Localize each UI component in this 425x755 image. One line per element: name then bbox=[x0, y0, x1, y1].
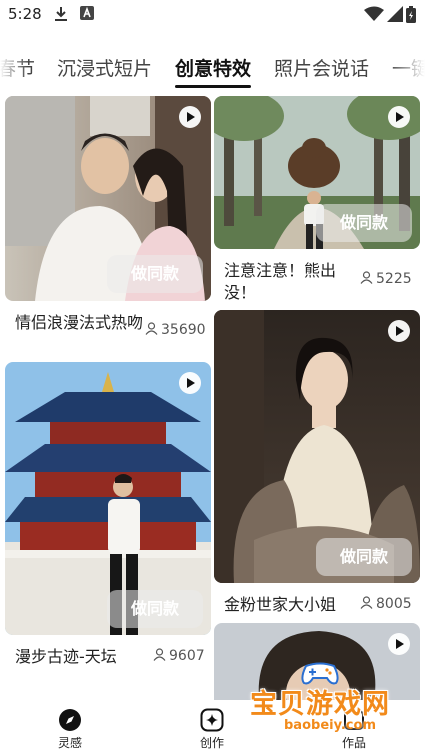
nav-label: 作品 bbox=[341, 736, 366, 750]
sparkle-create-icon bbox=[200, 708, 224, 732]
signal-icon bbox=[387, 6, 403, 22]
tab-creative-effects[interactable]: 创意特效 bbox=[175, 54, 251, 81]
card-count-value: 8005 bbox=[376, 596, 412, 612]
category-tabs: 春节 沉浸式短片 创意特效 照片会说话 一键 bbox=[0, 48, 425, 88]
play-icon bbox=[388, 633, 410, 655]
play-icon bbox=[388, 320, 410, 342]
tabs-fade-left bbox=[0, 48, 28, 88]
tabs-fade-right bbox=[389, 48, 425, 88]
make-same-button[interactable]: 做同款 bbox=[107, 590, 203, 628]
watermark-url: baobeiy.com bbox=[284, 718, 376, 733]
card-thumbnail: 做同款 bbox=[5, 96, 211, 301]
card-title: 金粉世家大小姐 bbox=[224, 595, 337, 614]
card-thumbnail: 做同款 bbox=[5, 362, 211, 635]
tab-immersive-shorts[interactable]: 沉浸式短片 bbox=[57, 54, 152, 81]
play-icon bbox=[179, 106, 201, 128]
nav-inspiration[interactable]: 灵感 bbox=[40, 708, 100, 751]
card-count-value: 9607 bbox=[169, 648, 205, 664]
watermark-text: 宝贝游戏网 bbox=[250, 689, 390, 720]
person-icon bbox=[360, 271, 373, 284]
active-tab-indicator bbox=[175, 85, 251, 88]
card-count-value: 35690 bbox=[161, 322, 206, 338]
nav-label: 创作 bbox=[199, 736, 224, 750]
video-card-couple-kiss[interactable]: 做同款 情侣浪漫法式热吻 35690 bbox=[5, 96, 211, 358]
download-icon bbox=[55, 7, 67, 21]
card-thumbnail: 做同款 bbox=[214, 310, 420, 583]
make-same-button[interactable]: 做同款 bbox=[107, 255, 203, 293]
make-same-button[interactable]: 做同款 bbox=[316, 204, 412, 242]
battery-icon bbox=[406, 6, 416, 23]
status-bar: 5:28 bbox=[0, 0, 425, 30]
person-icon bbox=[360, 596, 373, 609]
card-thumbnail: 做同款 bbox=[214, 96, 420, 249]
play-icon bbox=[388, 106, 410, 128]
compass-icon bbox=[59, 709, 81, 731]
video-card-temple-of-heaven[interactable]: 做同款 漫步古迹-天坛 9607 bbox=[5, 362, 211, 672]
card-title: 情侣浪漫法式热吻 bbox=[15, 313, 144, 332]
card-usage-count: 8005 bbox=[360, 596, 412, 612]
site-watermark: 宝贝游戏网 baobeiy.com bbox=[242, 662, 398, 736]
nav-create[interactable]: 创作 bbox=[182, 708, 242, 751]
person-icon bbox=[153, 648, 166, 661]
card-title: 漫步古迹-天坛 bbox=[15, 647, 117, 666]
status-time: 5:28 bbox=[8, 5, 42, 23]
tab-talking-photo[interactable]: 照片会说话 bbox=[274, 54, 369, 81]
nav-label: 灵感 bbox=[57, 736, 82, 750]
card-usage-count: 9607 bbox=[153, 648, 205, 664]
video-card-socialite[interactable]: 做同款 金粉世家大小姐 8005 bbox=[214, 310, 420, 620]
card-usage-count: 5225 bbox=[360, 271, 412, 287]
wifi-icon bbox=[364, 6, 384, 21]
play-icon bbox=[179, 372, 201, 394]
card-usage-count: 35690 bbox=[145, 322, 206, 338]
make-same-button[interactable]: 做同款 bbox=[316, 538, 412, 576]
card-title: 注意注意！熊出没！ bbox=[224, 261, 337, 302]
card-count-value: 5225 bbox=[376, 271, 412, 287]
notification-a-icon bbox=[80, 6, 94, 20]
video-card-bear[interactable]: 做同款 注意注意！熊出没！ 5225 bbox=[214, 96, 420, 306]
person-icon bbox=[145, 322, 158, 335]
